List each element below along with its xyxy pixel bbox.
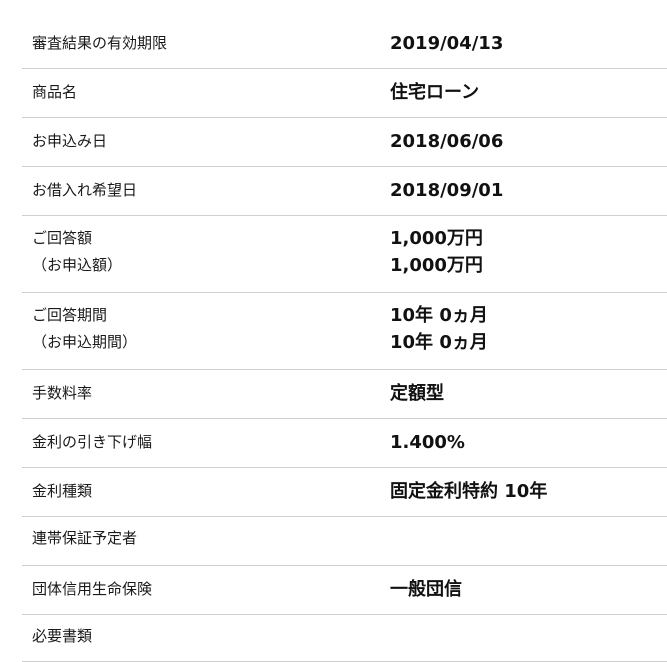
- row-value: 2018/09/01: [390, 180, 504, 201]
- row-value: 2019/04/13: [390, 33, 504, 54]
- application-detail-table: 審査結果の有効期限 2019/04/13 商品名 住宅ローン お申込み日 201…: [22, 20, 667, 662]
- row-label: 審査結果の有効期限: [32, 34, 168, 52]
- row-value: 10年 0ヵ月 10年 0ヵ月: [390, 305, 488, 353]
- row-review-expiry: 審査結果の有効期限 2019/04/13: [22, 20, 667, 69]
- row-required-documents: 必要書類: [22, 615, 667, 662]
- row-label: 手数料率: [32, 384, 93, 402]
- row-application-date: お申込み日 2018/06/06: [22, 118, 667, 167]
- row-label: 連帯保証予定者: [32, 529, 138, 547]
- row-label: お申込み日: [32, 132, 108, 150]
- row-value: 住宅ローン: [390, 82, 480, 103]
- row-label: 金利種類: [32, 482, 93, 500]
- row-rate-type: 金利種類 固定金利特約 10年: [22, 468, 667, 517]
- row-label: 必要書類: [32, 627, 93, 645]
- row-value: 2018/06/06: [390, 131, 504, 152]
- row-product-name: 商品名 住宅ローン: [22, 69, 667, 118]
- row-value: 1.400%: [390, 432, 465, 453]
- row-label: 金利の引き下げ幅: [32, 433, 153, 451]
- row-label: お借入れ希望日: [32, 181, 138, 199]
- row-group-life-insurance: 団体信用生命保険 一般団信: [22, 566, 667, 615]
- row-rate-reduction: 金利の引き下げ幅 1.400%: [22, 419, 667, 468]
- row-answer-period: ご回答期間 （お申込期間） 10年 0ヵ月 10年 0ヵ月: [22, 293, 667, 370]
- row-fee-rate: 手数料率 定額型: [22, 370, 667, 419]
- row-desired-borrowing-date: お借入れ希望日 2018/09/01: [22, 167, 667, 216]
- row-value: 固定金利特約 10年: [390, 481, 548, 502]
- row-joint-guarantor: 連帯保証予定者: [22, 517, 667, 566]
- row-value: 定額型: [390, 383, 444, 404]
- row-label: 商品名: [32, 83, 78, 101]
- row-answer-amount: ご回答額 （お申込額） 1,000万円 1,000万円: [22, 216, 667, 293]
- row-label: 団体信用生命保険: [32, 580, 153, 598]
- row-label: ご回答期間 （お申込期間）: [32, 306, 138, 351]
- row-value: 一般団信: [390, 579, 462, 600]
- row-value: 1,000万円 1,000万円: [390, 228, 483, 276]
- row-label: ご回答額 （お申込額）: [32, 229, 123, 274]
